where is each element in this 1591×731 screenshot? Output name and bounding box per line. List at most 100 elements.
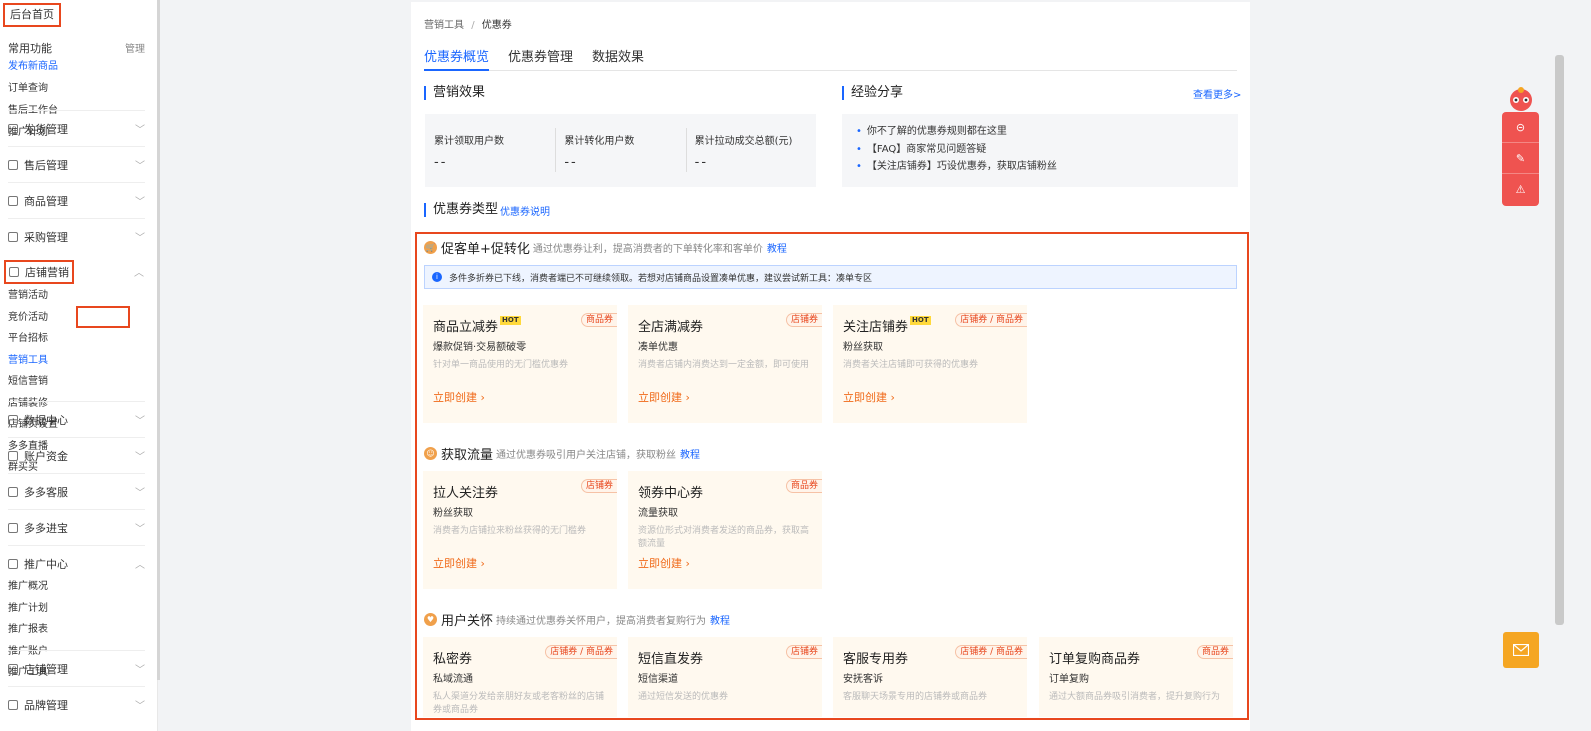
coupon-card[interactable]: 客服专用券 店铺券 / 商品券 安抚客诉 客服聊天场景专用的店铺券或商品券 [833,637,1027,717]
sidebar-item-shipping[interactable]: 发货管理 ﹀ [8,110,145,146]
coupon-tag: 店铺券 / 商品券 [955,645,1027,659]
sidebar-item-service[interactable]: 多多客服 ﹀ [8,473,145,509]
coupon-card[interactable]: 领券中心券 商品券 流量获取 资源位形式对消费者发送的商品券，获取高额流量 立即… [628,471,822,589]
common-item-publish[interactable]: 发布新商品 [8,56,84,78]
coupon-desc: 客服聊天场景专用的店铺券或商品券 [843,692,988,702]
tutorial-link[interactable]: 教程 [710,612,730,627]
common-manage-link[interactable]: 管理 [125,40,145,56]
effect-stats: 累计领取用户数 -- 累计转化用户数 -- 累计拉动成交总额(元) -- [425,114,816,187]
mail-button[interactable] [1503,632,1539,668]
see-more-link[interactable]: 查看更多> [1193,86,1241,101]
submenu-item[interactable]: 推广报表 [8,619,84,641]
chevron-down-icon: ﹀ [135,416,145,427]
chevron-down-icon: ﹀ [135,701,145,712]
submenu-item[interactable]: 营销活动 [8,285,84,307]
coupon-tag: 商品券 [785,479,822,493]
types-title: 优惠券类型 [424,203,498,217]
coupon-card[interactable]: 订单复购商品券 商品券 订单复购 通过大额商品券吸引消费者，提升复购行为 [1039,637,1233,717]
submenu-item[interactable]: 推广概况 [8,576,84,598]
create-now-link[interactable]: 立即创建 › [433,555,607,571]
warning-icon[interactable]: ⚠ [1502,174,1539,205]
coupon-name: 短信直发券 [638,652,704,667]
sidebar-home[interactable]: 后台首页 [3,3,61,27]
chevron-down-icon: ﹀ [135,125,145,136]
sidebar-item-shop-manage[interactable]: 店铺管理 ﹀ [8,650,145,686]
coupon-desc: 通过短信发送的优惠券 [638,692,729,702]
coupon-help-link[interactable]: 优惠券说明 [500,203,550,218]
coupon-card[interactable]: 短信直发券 店铺券 短信渠道 通过短信发送的优惠券 [628,637,822,717]
coupon-card[interactable]: 关注店铺券 HOT 店铺券 / 商品券 粉丝获取 消费者关注店铺即可获得的优惠券 … [833,305,1027,423]
heart-icon: ♥ [424,613,437,626]
group-conversion: 🛒 促客单+促转化 通过优惠券让利，提高消费者的下单转化率和客单价 教程 [424,240,787,257]
common-item-orders[interactable]: 订单查询 [8,78,84,100]
coupon-card[interactable]: 全店满减券 店铺券 凑单优惠 消费者店铺内消费达到一定金额，即可使用 立即创建 … [628,305,822,423]
share-list: 你不了解的优惠券规则都在这里 【FAQ】商家常见问题答疑 【关注店铺券】巧设优惠… [842,114,1238,187]
floating-toolbar: ⊝ ✎ ⚠ [1502,112,1539,206]
hot-badge: HOT [500,316,521,325]
coupon-subtitle: 爆款促销·交易额破零 [433,342,527,353]
coupon-subtitle: 订单复购 [1049,674,1089,685]
tab-data[interactable]: 数据效果 [592,46,644,71]
create-now-link[interactable]: 立即创建 › [433,389,607,405]
sidebar-item-funds[interactable]: 账户资金 ﹀ [8,437,145,473]
sidebar-item-jinbao[interactable]: 多多进宝 ﹀ [8,509,145,545]
sidebar-item-purchase[interactable]: 采购管理 ﹀ [8,218,145,254]
submenu-item[interactable]: 平台招标 [8,328,84,350]
coupon-desc: 资源位形式对消费者发送的商品券，获取高额流量 [638,526,810,549]
headset-icon [8,486,18,497]
coupon-name: 私密券 [433,652,473,667]
coupon-card[interactable]: 私密券 店铺券 / 商品券 私域流通 私人渠道分发给亲朋好友或老客粉丝的店铺券或… [423,637,617,717]
coupon-subtitle: 私域流通 [433,674,473,685]
shop-icon [9,267,19,277]
tutorial-link[interactable]: 教程 [680,446,700,461]
share-item[interactable]: 【FAQ】商家常见问题答疑 [856,141,1224,159]
chevron-down-icon: ﹀ [135,197,145,208]
coupon-subtitle: 凑单优惠 [638,342,678,353]
coupon-name: 关注店铺券 [843,320,909,335]
tab-manage[interactable]: 优惠券管理 [508,46,573,71]
chevron-down-icon: ﹀ [135,665,145,676]
tab-bar: 优惠券概览 优惠券管理 数据效果 [424,46,1237,71]
create-now-link[interactable]: 立即创建 › [638,555,812,571]
coupon-card[interactable]: 拉人关注券 店铺券 粉丝获取 消费者为店铺拉来粉丝获得的无门槛券 立即创建 › [423,471,617,589]
edit-icon[interactable]: ✎ [1502,143,1539,174]
cart-icon [8,231,18,242]
main-panel: 营销工具 / 优惠券 优惠券概览 优惠券管理 数据效果 营销效果 经验分享 查看… [411,2,1250,731]
breadcrumb-parent[interactable]: 营销工具 [424,20,464,31]
user-icon: ☺ [424,447,437,460]
tab-overview[interactable]: 优惠券概览 [424,46,490,71]
coupon-subtitle: 粉丝获取 [843,342,883,353]
tutorial-link[interactable]: 教程 [767,240,787,255]
coupon-desc: 私人渠道分发给亲朋好友或老客粉丝的店铺券或商品券 [433,692,605,715]
submenu-item[interactable]: 竞价活动 [8,307,84,329]
create-now-link[interactable]: 立即创建 › [843,389,1017,405]
share-item[interactable]: 【关注店铺券】巧设优惠券，获取店铺粉丝 [856,158,1224,176]
sidebar-scrollbar[interactable] [157,0,160,680]
chat-icon[interactable]: ⊝ [1502,112,1539,143]
chevron-up-icon[interactable]: ︿ [134,264,144,279]
submenu-item[interactable]: 推广计划 [8,598,84,620]
sidebar-item-goods[interactable]: 商品管理 ﹀ [8,182,145,218]
sidebar-item-data[interactable]: 数据中心 ﹀ [8,401,145,437]
share-item[interactable]: 你不了解的优惠券规则都在这里 [856,123,1224,141]
coupon-desc: 消费者为店铺拉来粉丝获得的无门槛券 [433,526,587,536]
coupon-desc: 消费者关注店铺即可获得的优惠券 [843,360,979,370]
stat-converted: 累计转化用户数 -- [555,114,685,187]
submenu-item-marketing-tools[interactable]: 营销工具 [8,350,84,372]
create-now-link[interactable]: 立即创建 › [638,389,812,405]
mail-icon [1513,644,1529,656]
sidebar-item-shop-marketing[interactable]: 店铺营销 [4,260,74,284]
coupon-name: 商品立减券 [433,320,499,335]
submenu-item[interactable]: 短信营销 [8,371,84,393]
coupon-tag: 商品券 [1196,645,1233,659]
breadcrumb: 营销工具 / 优惠券 [424,16,512,31]
store-icon [8,663,18,674]
wallet-icon [8,450,18,461]
coupon-name: 订单复购商品券 [1049,652,1141,667]
page-scrollbar[interactable] [1555,55,1564,625]
mascot-icon[interactable] [1506,86,1536,114]
coupon-card[interactable]: 商品立减券 HOT 商品券 爆款促销·交易额破零 针对单一商品使用的无门槛优惠券 … [423,305,617,423]
sidebar-item-brand[interactable]: 品牌管理 ﹀ [8,686,145,722]
coupon-desc: 通过大额商品券吸引消费者，提升复购行为 [1049,692,1221,702]
sidebar-item-aftersale[interactable]: 售后管理 ﹀ [8,146,145,182]
